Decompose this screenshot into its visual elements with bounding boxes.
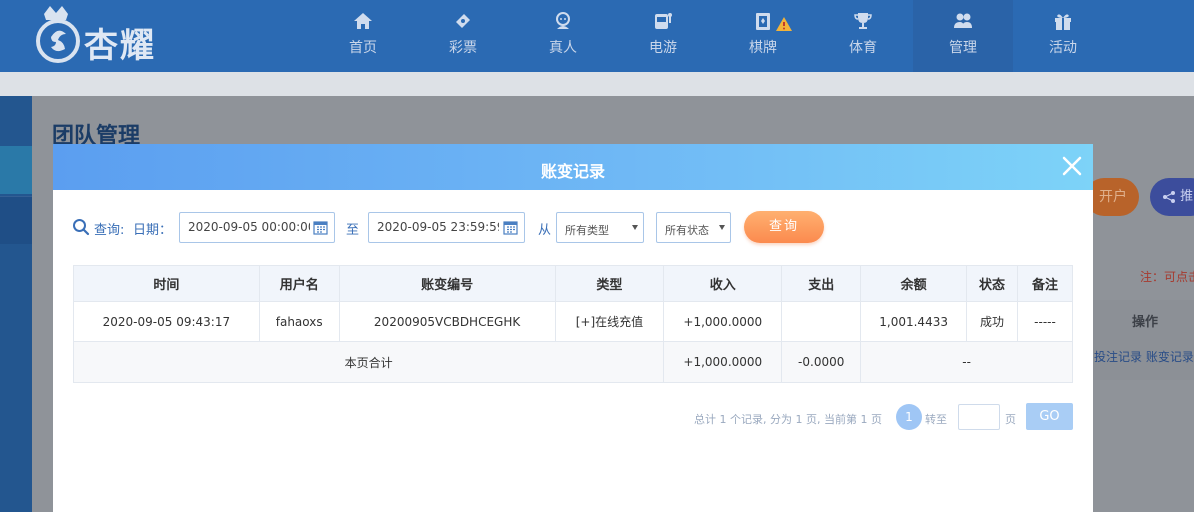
- side-menu: [0, 96, 32, 512]
- column-header: 账变编号: [338, 265, 556, 302]
- column-header: 收入: [663, 265, 783, 302]
- from-label: 从: [538, 223, 552, 238]
- side-menu-item[interactable]: [0, 196, 32, 244]
- nav-item-slots[interactable]: 电游: [613, 0, 713, 72]
- column-header: 用户名: [258, 265, 340, 302]
- column-header: 类型: [554, 265, 665, 302]
- username-cell: fahaoxs: [258, 301, 340, 342]
- nav-label: 活动: [1049, 40, 1077, 56]
- actions-column-header: 操作: [1132, 315, 1159, 330]
- brand-name: 杏耀: [84, 26, 156, 66]
- main-nav: 首页 彩票 真人 电游 棋牌 体育 管理 活动: [313, 0, 1113, 72]
- nav-label: 管理: [949, 40, 977, 56]
- nav-label: 彩票: [449, 40, 477, 56]
- column-header: 余额: [860, 265, 968, 302]
- type-cell: [+]在线充值: [554, 301, 665, 342]
- summary-balance: --: [860, 341, 1073, 383]
- row-action-links[interactable]: 投注记录 账变记录: [1094, 348, 1194, 365]
- income-cell: +1,000.0000: [663, 301, 783, 342]
- start-date-input[interactable]: [179, 212, 335, 243]
- serial-cell: 20200905VCBDHCEGHK: [338, 301, 556, 342]
- remark-cell: -----: [1017, 301, 1073, 342]
- nav-label: 首页: [349, 40, 377, 56]
- logo-crown-icon: [36, 6, 80, 63]
- nav-item-home[interactable]: 首页: [313, 0, 413, 72]
- transaction-records-modal: 账变记录 查询: 日期： 至 从 所有类型 所有状态 查询: [53, 144, 1093, 512]
- start-date-field[interactable]: [188, 220, 310, 234]
- lottery-ticket-icon: [456, 14, 470, 28]
- summary-label: 本页合计: [72, 341, 665, 383]
- date-label: 日期：: [133, 223, 173, 238]
- column-header: 状态: [966, 265, 1019, 302]
- type-select-value: 所有类型: [565, 224, 609, 237]
- nav-item-live[interactable]: 真人: [513, 0, 613, 72]
- chevron-down-icon: [632, 225, 638, 230]
- nav-item-sports[interactable]: 体育: [813, 0, 913, 72]
- live-dealer-icon: [556, 12, 570, 29]
- page-unit-label: 页: [1005, 413, 1016, 426]
- search-bar: 查询: 日期： 至 从 所有类型 所有状态 查询: [53, 210, 1093, 244]
- modal-header: 账变记录: [53, 144, 1093, 190]
- share-button-label: 推: [1180, 189, 1194, 204]
- modal-title: 账变记录: [540, 162, 605, 181]
- trophy-icon: [854, 13, 872, 29]
- users-icon: [954, 13, 972, 28]
- brand-logo[interactable]: 杏耀: [34, 4, 184, 66]
- hint-note: 注：可点击: [1140, 270, 1194, 284]
- end-date-field[interactable]: [377, 220, 499, 234]
- warning-icon: [776, 17, 792, 31]
- calendar-icon[interactable]: [313, 220, 328, 235]
- share-icon: [1163, 190, 1175, 203]
- column-header: 时间: [73, 265, 260, 302]
- status-select[interactable]: 所有状态: [656, 212, 731, 243]
- nav-label: 电游: [649, 40, 677, 56]
- share-button[interactable]: 推: [1150, 178, 1194, 216]
- column-header: 备注: [1017, 265, 1073, 302]
- nav-item-lottery[interactable]: 彩票: [413, 0, 513, 72]
- gift-icon: [1055, 14, 1071, 30]
- page-number-button[interactable]: 1: [896, 404, 922, 430]
- page-jump-input[interactable]: [958, 404, 1000, 430]
- nav-item-promo[interactable]: 活动: [1013, 0, 1113, 72]
- summary-row: 本页合计 +1,000.0000 -0.0000 --: [72, 341, 1073, 383]
- calendar-icon[interactable]: [503, 220, 518, 235]
- records-table: 时间 用户名 账变编号 类型 收入 支出 余额 状态 备注 2020-09-05…: [72, 265, 1073, 383]
- home-icon: [354, 13, 372, 29]
- go-button[interactable]: GO: [1026, 403, 1073, 430]
- time-cell: 2020-09-05 09:43:17: [73, 301, 260, 342]
- close-icon[interactable]: [1061, 155, 1083, 177]
- type-select[interactable]: 所有类型: [556, 212, 644, 243]
- summary-income: +1,000.0000: [663, 341, 783, 383]
- top-header: 杏耀 首页 彩票 真人 电游 棋牌 体育 管理 活动: [0, 0, 1194, 72]
- side-menu-item-active[interactable]: [0, 146, 32, 194]
- query-button[interactable]: 查询: [744, 211, 824, 243]
- status-cell: 成功: [966, 301, 1019, 342]
- nav-item-cards[interactable]: 棋牌: [713, 0, 813, 72]
- nav-label: 真人: [549, 40, 577, 56]
- summary-expense: -0.0000: [781, 341, 862, 383]
- table-row: 2020-09-05 09:43:17 fahaoxs 20200905VCBD…: [73, 301, 1073, 342]
- expense-cell: [781, 301, 862, 342]
- end-date-input[interactable]: [368, 212, 525, 243]
- goto-label: 转至: [925, 413, 947, 426]
- table-header-row: 时间 用户名 账变编号 类型 收入 支出 余额 状态 备注: [73, 265, 1073, 302]
- pagination-summary: 总计 1 个记录, 分为 1 页, 当前第 1 页: [694, 413, 882, 426]
- to-label: 至: [346, 223, 360, 238]
- cards-icon: [756, 13, 770, 30]
- balance-cell: 1,001.4433: [860, 301, 968, 342]
- column-header: 支出: [781, 265, 862, 302]
- pagination: 总计 1 个记录, 分为 1 页, 当前第 1 页 1 转至 页 GO: [53, 403, 1073, 431]
- query-label: 查询:: [94, 223, 125, 238]
- open-account-button[interactable]: 开户: [1085, 178, 1139, 216]
- nav-label: 棋牌: [749, 40, 777, 56]
- slot-machine-icon: [655, 13, 672, 29]
- search-icon: [73, 219, 90, 236]
- status-select-value: 所有状态: [665, 224, 709, 237]
- nav-item-manage[interactable]: 管理: [913, 0, 1013, 72]
- chevron-down-icon: [719, 225, 725, 230]
- sub-header-bar: [0, 72, 1194, 98]
- nav-label: 体育: [849, 40, 877, 56]
